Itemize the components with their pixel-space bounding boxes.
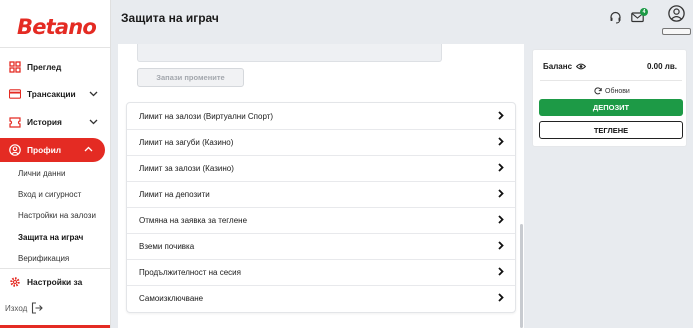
sidebar-item-transactions[interactable]: Трансакции [0,82,110,106]
sidebar-subitem-personal-data[interactable]: Лични данни [18,169,65,178]
sidebar-item-settings[interactable]: Настройки за [0,270,110,294]
deposit-button[interactable]: ДЕПОЗИТ [539,99,683,116]
list-item-label: Лимит на депозити [139,189,210,199]
list-item[interactable]: Отмяна на заявка за теглене [127,207,515,234]
user-icon [9,144,21,156]
chevron-right-icon [498,163,504,172]
chevron-right-icon [498,137,504,146]
list-item-label: Вземи почивка [139,241,195,251]
list-item[interactable]: Лимит за залози (Казино) [127,155,515,182]
betano-logo[interactable]: Betano [17,15,97,39]
sidebar-subitem-bet-settings[interactable]: Настройки на залози [18,211,96,220]
list-item-label: Отмяна на заявка за теглене [139,215,248,225]
chevron-right-icon [498,189,504,198]
chevron-right-icon [498,241,504,250]
card-icon [9,88,21,100]
sidebar-item-profile[interactable]: Профил [0,138,105,162]
chevron-right-icon [498,267,504,276]
eye-icon[interactable] [576,63,587,70]
chevron-down-icon [89,119,98,125]
sidebar: Betano Преглед Трансакции История Профил… [0,0,111,328]
divider [540,80,682,81]
sidebar-subitem-login-security[interactable]: Вход и сигурност [18,190,81,199]
divider [0,268,110,269]
save-changes-button[interactable]: Запази промените [137,68,244,87]
list-item[interactable]: Лимит на депозити [127,181,515,208]
list-item[interactable]: Самоизключване [127,285,515,311]
chevron-right-icon [498,293,504,302]
list-item[interactable]: Лимит на загуби (Казино) [127,129,515,156]
balance-value: 0.00 лв. [646,62,677,71]
logout-label: Изход [5,303,28,313]
divider [0,47,110,48]
sidebar-item-overview[interactable]: Преглед [0,55,110,79]
sidebar-item-label: Преглед [27,62,62,72]
chevron-down-icon [89,91,98,97]
logout-button[interactable]: Изход [5,302,44,314]
sidebar-item-history[interactable]: История [0,110,110,134]
notification-badge: 4 [640,8,648,16]
sidebar-item-label: Настройки за [27,277,83,287]
avatar-icon[interactable] [668,5,685,22]
refresh-label: Обнови [605,87,630,95]
chevron-up-icon [84,146,93,152]
sidebar-item-label: Трансакции [27,89,76,99]
sidebar-item-label: История [27,117,62,127]
list-item-label: Самоизключване [139,293,204,303]
list-item[interactable]: Вземи почивка [127,233,515,260]
list-item-label: Лимит за залози (Казино) [139,163,234,173]
withdraw-button[interactable]: ТЕГЛЕНЕ [539,121,683,139]
chevron-right-icon [498,215,504,224]
limits-list: Лимит на залози (Виртуални Спорт) Лимит … [126,102,516,313]
avatar-label [662,28,691,35]
page-title: Защита на играч [121,11,219,25]
logout-icon [32,302,44,314]
sidebar-subitem-player-protection[interactable]: Защита на играч [18,233,83,242]
grid-icon [9,61,21,73]
list-item[interactable]: Продължителност на сесия [127,259,515,286]
limit-input-field[interactable] [137,44,442,62]
sidebar-subitem-verification[interactable]: Верификация [18,254,69,263]
refresh-button[interactable]: Обнови [594,87,630,95]
balance-label: Баланс [543,62,573,71]
balance-label-group: Баланс [543,62,587,71]
sidebar-item-label: Профил [27,145,62,155]
support-headset-icon[interactable] [609,11,622,24]
list-item[interactable]: Лимит на залози (Виртуални Спорт) [127,103,515,130]
ticket-icon [9,116,21,128]
list-item-label: Продължителност на сесия [139,267,241,277]
list-item-label: Лимит на загуби (Казино) [139,137,234,147]
chevron-right-icon [498,111,504,120]
list-item-label: Лимит на залози (Виртуални Спорт) [139,111,274,121]
scrollbar[interactable] [520,224,523,328]
refresh-icon [594,87,602,95]
gear-icon [9,276,21,288]
